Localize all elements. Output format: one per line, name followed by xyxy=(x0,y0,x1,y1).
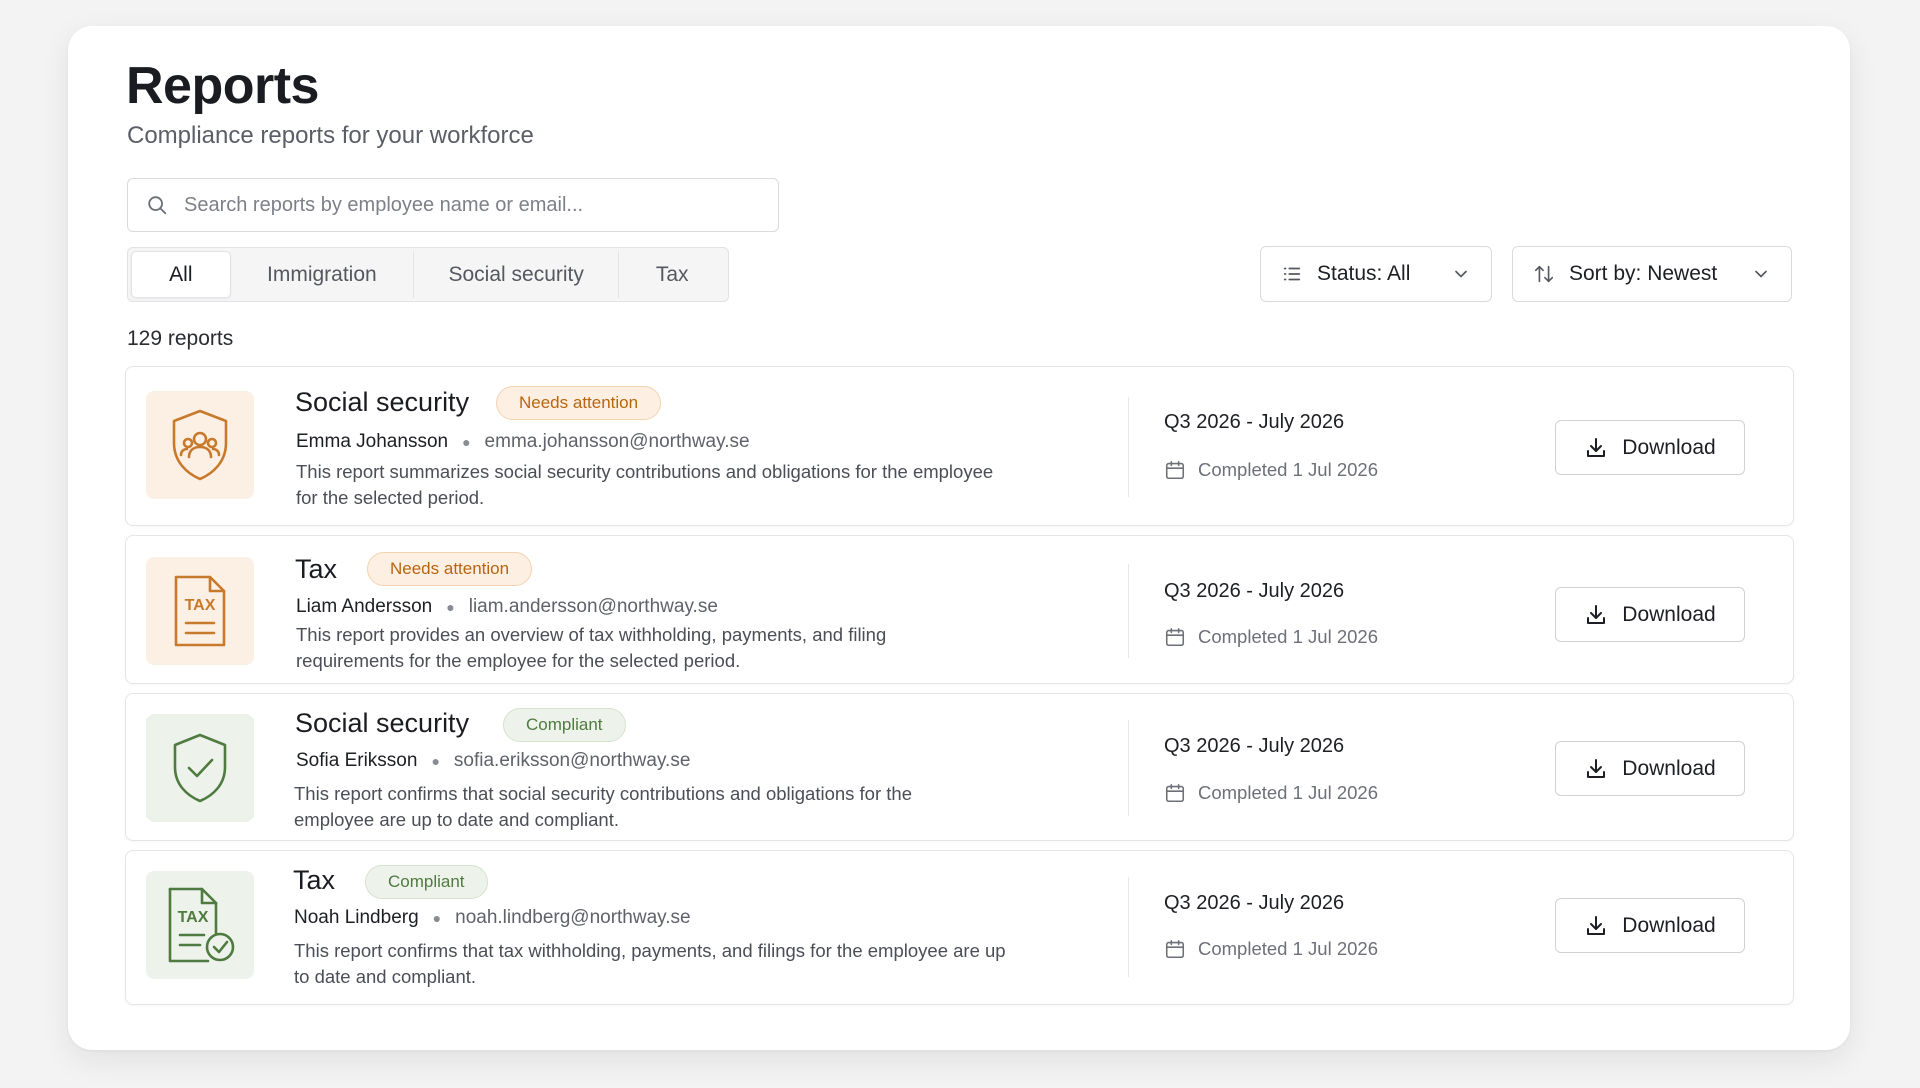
tax-document-icon: TAX xyxy=(174,575,226,647)
report-row: TAX Tax Needs attention Liam Andersson ●… xyxy=(125,535,1794,684)
report-period: Q3 2026 - July 2026 xyxy=(1164,411,1345,433)
report-row: Social security Compliant Sofia Eriksson… xyxy=(125,693,1794,841)
divider xyxy=(1128,877,1129,977)
calendar-icon xyxy=(1165,627,1185,647)
status-badge: Needs attention xyxy=(496,386,662,420)
page-title: Reports xyxy=(126,57,319,115)
download-button[interactable]: Download xyxy=(1555,741,1745,796)
search-icon xyxy=(148,196,167,215)
completed-text: Completed 1 Jul 2026 xyxy=(1198,782,1378,803)
report-period: Q3 2026 - July 2026 xyxy=(1164,735,1345,757)
sort-label: Sort by: Newest xyxy=(1569,262,1718,285)
tab-all[interactable]: All xyxy=(131,251,231,298)
employee-email: liam.andersson@northway.se xyxy=(468,596,718,617)
divider xyxy=(1128,397,1129,497)
status-filter-label: Status: All xyxy=(1317,262,1411,285)
completed-date: Completed 1 Jul 2026 xyxy=(1164,782,1378,804)
search-box[interactable] xyxy=(127,178,779,232)
tax-document-check-icon: TAX xyxy=(168,887,235,963)
download-icon xyxy=(1587,604,1606,624)
svg-text:TAX: TAX xyxy=(185,597,216,614)
download-label: Download xyxy=(1622,435,1716,459)
download-label: Download xyxy=(1622,602,1716,626)
tab-tax[interactable]: Tax xyxy=(619,251,725,298)
completed-date: Completed 1 Jul 2026 xyxy=(1164,459,1378,481)
status-badge: Needs attention xyxy=(367,552,533,586)
employee-name: Sofia Eriksson xyxy=(296,750,418,771)
employee-name: Emma Johansson xyxy=(296,431,449,452)
separator-dot: ● xyxy=(432,910,442,926)
status-filter-dropdown[interactable]: Status: All xyxy=(1260,246,1492,302)
separator-dot: ● xyxy=(462,434,471,450)
employee-info: Sofia Eriksson ● sofia.eriksson@northway… xyxy=(296,750,690,772)
calendar-icon xyxy=(1165,939,1185,959)
report-description: This report summarizes social security c… xyxy=(296,461,994,508)
status-badge: Compliant xyxy=(503,708,626,742)
calendar-icon xyxy=(1165,783,1185,803)
report-icon-tile xyxy=(146,391,254,499)
completed-date: Completed 1 Jul 2026 xyxy=(1164,626,1378,648)
report-title: Tax xyxy=(295,554,338,584)
report-icon-tile xyxy=(146,714,254,822)
report-title: Tax xyxy=(293,865,336,895)
report-title: Social security xyxy=(295,387,470,417)
separator-dot: ● xyxy=(431,753,440,769)
download-label: Download xyxy=(1622,913,1716,937)
shield-people-icon xyxy=(172,409,228,481)
report-row: TAX Tax Compliant Noah Lindberg ● noah.l… xyxy=(125,850,1794,1005)
report-row: Social security Needs attention Emma Joh… xyxy=(125,366,1794,526)
category-tabs: All Immigration Social security Tax xyxy=(127,247,729,302)
completed-text: Completed 1 Jul 2026 xyxy=(1198,626,1378,647)
completed-date: Completed 1 Jul 2026 xyxy=(1164,938,1378,960)
completed-text: Completed 1 Jul 2026 xyxy=(1198,459,1378,480)
divider xyxy=(1128,564,1129,658)
calendar-icon xyxy=(1165,460,1185,480)
download-icon xyxy=(1587,915,1606,935)
status-badge: Compliant xyxy=(365,865,488,899)
divider xyxy=(1128,720,1129,816)
sort-dropdown[interactable]: Sort by: Newest xyxy=(1512,246,1792,302)
employee-info: Liam Andersson ● liam.andersson@northway… xyxy=(296,596,718,618)
download-button[interactable]: Download xyxy=(1555,898,1745,953)
tab-social-security[interactable]: Social security xyxy=(414,251,620,298)
chevron-down-icon xyxy=(1455,270,1467,278)
search-input[interactable] xyxy=(184,193,744,217)
download-label: Download xyxy=(1622,756,1716,780)
download-icon xyxy=(1587,758,1606,778)
download-button[interactable]: Download xyxy=(1555,420,1745,475)
report-icon-tile: TAX xyxy=(146,871,254,979)
report-description: This report confirms that social securit… xyxy=(294,783,912,830)
employee-info: Noah Lindberg ● noah.lindberg@northway.s… xyxy=(294,907,691,929)
report-icon-tile: TAX xyxy=(146,557,254,665)
report-period: Q3 2026 - July 2026 xyxy=(1164,892,1345,914)
download-icon xyxy=(1587,437,1606,457)
employee-name: Liam Andersson xyxy=(296,596,433,617)
shield-check-icon xyxy=(173,733,227,803)
separator-dot: ● xyxy=(446,599,455,615)
employee-email: noah.lindberg@northway.se xyxy=(455,907,691,928)
report-title: Social security xyxy=(295,708,470,738)
chevron-down-icon xyxy=(1755,270,1767,278)
completed-text: Completed 1 Jul 2026 xyxy=(1198,938,1378,959)
list-filter-icon xyxy=(1283,267,1301,281)
employee-info: Emma Johansson ● emma.johansson@northway… xyxy=(296,431,750,453)
report-count: 129 reports xyxy=(127,327,234,350)
employee-email: emma.johansson@northway.se xyxy=(484,431,750,452)
report-description: This report confirms that tax withholdin… xyxy=(294,940,1006,987)
report-period: Q3 2026 - July 2026 xyxy=(1164,580,1345,602)
report-description: This report provides an overview of tax … xyxy=(296,624,887,671)
svg-text:TAX: TAX xyxy=(178,909,209,926)
download-button[interactable]: Download xyxy=(1555,587,1745,642)
page-subtitle: Compliance reports for your workforce xyxy=(127,122,534,149)
sort-arrows-icon xyxy=(1534,265,1554,283)
tab-immigration[interactable]: Immigration xyxy=(231,251,415,298)
employee-email: sofia.eriksson@northway.se xyxy=(453,750,691,771)
employee-name: Noah Lindberg xyxy=(294,907,419,928)
